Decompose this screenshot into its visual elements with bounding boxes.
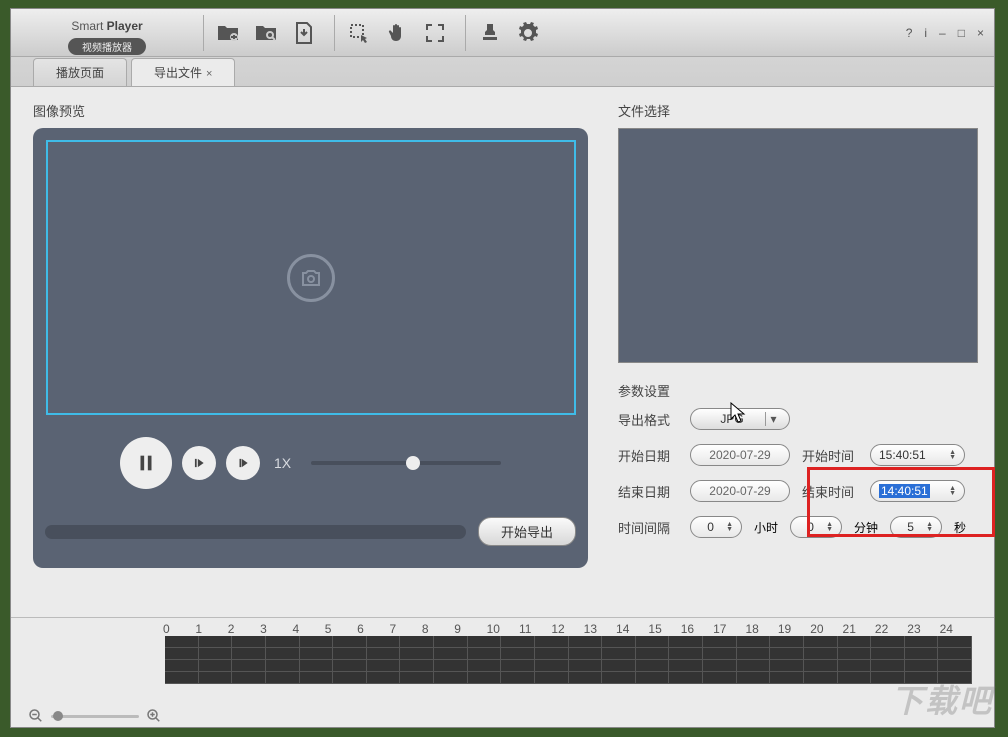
window-controls: ? i – □ ×	[902, 24, 988, 42]
params-label: 参数设置	[618, 381, 978, 400]
playback-speed: 1X	[274, 455, 291, 471]
zoom-controls	[11, 705, 994, 727]
app-title: Smart Player	[17, 10, 197, 36]
format-dropdown[interactable]: JPG▾	[690, 408, 790, 430]
maximize-button[interactable]: □	[954, 24, 969, 42]
second-label: 秒	[954, 519, 966, 536]
end-time-label: 结束时间	[802, 482, 858, 501]
format-label: 导出格式	[618, 410, 678, 429]
end-date-label: 结束日期	[618, 482, 678, 501]
hour-label: 小时	[754, 519, 778, 536]
start-export-button[interactable]: 开始导出	[478, 517, 576, 546]
app-subtitle: 视频播放器	[68, 38, 146, 55]
interval-minute-input[interactable]: 0▲▼	[790, 516, 842, 538]
speed-slider[interactable]	[311, 461, 501, 465]
tab-export[interactable]: 导出文件×	[131, 58, 235, 86]
file-select-label: 文件选择	[618, 101, 978, 120]
playback-controls: 1X	[120, 437, 501, 489]
workarea: 图像预览 1X 开始导出 文件选择	[11, 87, 994, 617]
interval-hour-input[interactable]: 0▲▼	[690, 516, 742, 538]
chevron-down-icon: ▾	[765, 412, 781, 426]
camera-icon	[287, 254, 335, 302]
start-time-label: 开始时间	[802, 446, 858, 465]
tab-play[interactable]: 播放页面	[33, 58, 127, 86]
start-date-label: 开始日期	[618, 446, 678, 465]
spinner-icon[interactable]: ▲▼	[949, 486, 956, 496]
app-window: Smart Player 视频播放器 ? i – □ × 播放页面 导出文件×	[10, 8, 995, 728]
start-date-input[interactable]: 2020-07-29	[690, 444, 790, 466]
preview-panel: 1X 开始导出	[33, 128, 588, 568]
zoom-out-icon[interactable]	[27, 707, 45, 725]
info-button[interactable]: i	[920, 24, 931, 42]
interval-label: 时间间隔	[618, 518, 678, 537]
timeline-grid[interactable]	[165, 636, 972, 684]
titlebar: Smart Player 视频播放器 ? i – □ ×	[11, 9, 994, 57]
spinner-icon[interactable]: ▲▼	[926, 522, 933, 532]
preview-label: 图像预览	[33, 101, 588, 120]
timeline: 0123456789101112131415161718192021222324	[11, 617, 994, 705]
fullscreen-icon[interactable]	[417, 15, 453, 51]
step-forward-button[interactable]	[226, 446, 260, 480]
minimize-button[interactable]: –	[935, 24, 950, 42]
select-region-icon[interactable]	[341, 15, 377, 51]
end-time-input[interactable]: 14:40:51▲▼	[870, 480, 965, 502]
minute-label: 分钟	[854, 519, 878, 536]
gear-icon[interactable]	[510, 15, 546, 51]
pan-hand-icon[interactable]	[379, 15, 415, 51]
spinner-icon[interactable]: ▲▼	[726, 522, 733, 532]
logo: Smart Player 视频播放器	[17, 10, 197, 55]
stamp-icon[interactable]	[472, 15, 508, 51]
timeline-hour-ticks: 0123456789101112131415161718192021222324	[163, 622, 972, 636]
pause-button[interactable]	[120, 437, 172, 489]
preview-viewport[interactable]	[46, 140, 576, 415]
tab-close-icon[interactable]: ×	[206, 68, 212, 80]
progress-bar[interactable]	[45, 525, 466, 539]
step-back-button[interactable]	[182, 446, 216, 480]
spinner-icon[interactable]: ▲▼	[826, 522, 833, 532]
speed-slider-thumb[interactable]	[406, 456, 420, 470]
end-date-input[interactable]: 2020-07-29	[690, 480, 790, 502]
interval-second-input[interactable]: 5▲▼	[890, 516, 942, 538]
zoom-in-icon[interactable]	[145, 707, 163, 725]
zoom-slider[interactable]	[51, 715, 139, 718]
close-button[interactable]: ×	[973, 24, 988, 42]
file-select-area[interactable]	[618, 128, 978, 363]
tab-bar: 播放页面 导出文件×	[11, 57, 994, 87]
export-file-icon[interactable]	[286, 15, 322, 51]
search-folder-icon[interactable]	[248, 15, 284, 51]
add-folder-icon[interactable]	[210, 15, 246, 51]
help-button[interactable]: ?	[902, 24, 917, 42]
start-time-input[interactable]: 15:40:51▲▼	[870, 444, 965, 466]
spinner-icon[interactable]: ▲▼	[949, 450, 956, 460]
